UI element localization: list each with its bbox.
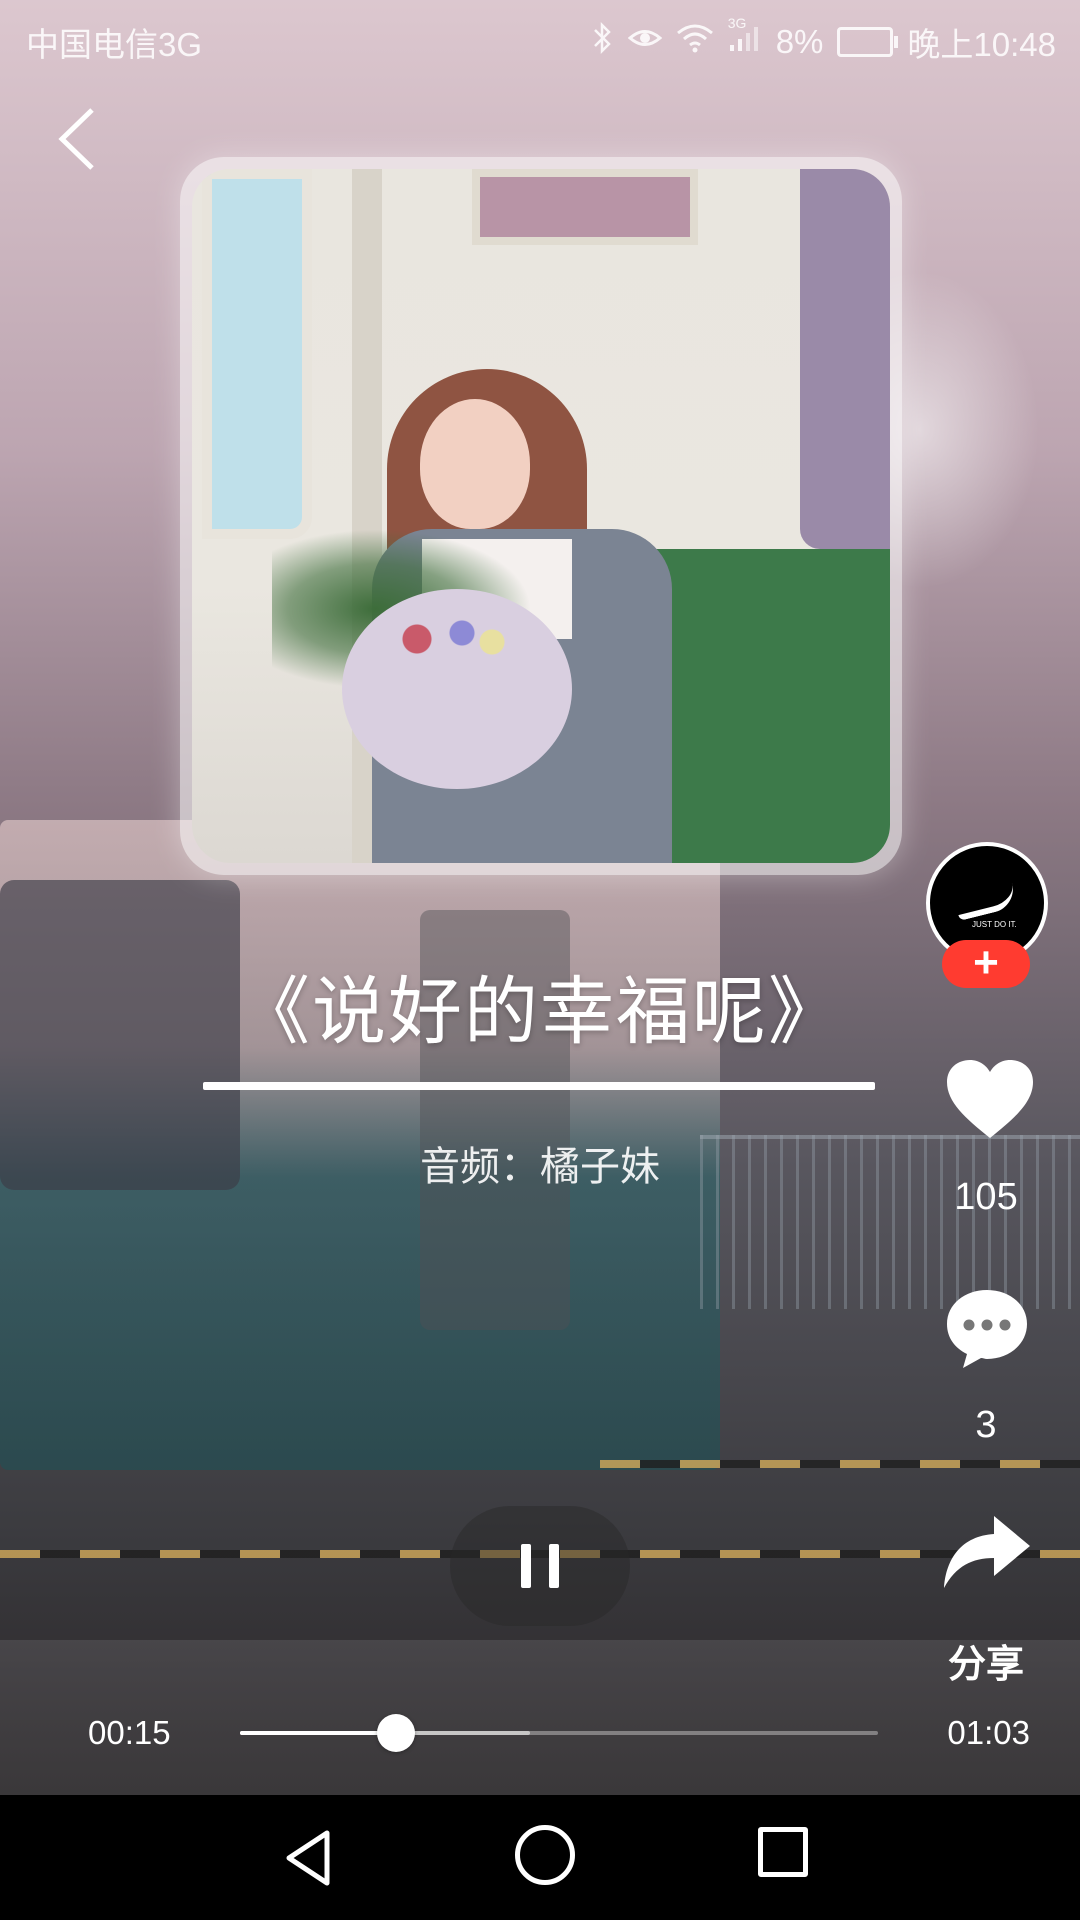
bluetooth-icon xyxy=(592,21,614,63)
status-icons: 3G 8% 晚上10:48 xyxy=(592,15,1056,66)
pause-icon-bar xyxy=(521,1544,531,1588)
album-art-window xyxy=(202,169,312,539)
album-art-flowers xyxy=(372,609,522,669)
clock: 晚上10:48 xyxy=(907,26,1056,63)
played-bar xyxy=(240,1731,397,1735)
nav-back-button[interactable] xyxy=(275,1823,345,1893)
pause-button[interactable] xyxy=(450,1506,630,1626)
eye-icon xyxy=(627,25,662,59)
audio-credit[interactable]: 音频：橘子妹 xyxy=(0,1134,1080,1192)
battery-icon xyxy=(837,27,899,57)
comment-count: 3 xyxy=(975,1404,997,1446)
follow-button[interactable]: + xyxy=(942,940,1030,988)
like-count: 105 xyxy=(954,1176,1018,1218)
comment-button[interactable] xyxy=(945,1286,1029,1370)
total-time: 01:03 xyxy=(947,1714,1030,1751)
triangle-back-icon xyxy=(286,1830,330,1886)
carrier-label: 中国电信3G xyxy=(26,26,203,63)
nav-home-button[interactable] xyxy=(515,1825,575,1885)
album-art-frame xyxy=(472,169,698,245)
signal-icon: 3G xyxy=(728,15,762,61)
album-cover-illustration xyxy=(192,169,890,863)
system-nav-bar xyxy=(0,1795,1080,1920)
share-button[interactable] xyxy=(940,1512,1032,1592)
wifi-icon xyxy=(676,23,714,61)
song-title: 《说好的幸福呢》 xyxy=(236,969,844,1055)
chevron-left-icon xyxy=(58,108,94,170)
current-time: 00:15 xyxy=(88,1714,171,1751)
progress-slider[interactable] xyxy=(240,1714,878,1752)
like-button[interactable] xyxy=(945,1058,1035,1142)
share-label: 分享 xyxy=(947,1644,1024,1686)
status-bar: 中国电信3G 3G 8% 晚上10:48 xyxy=(0,0,1080,74)
background-track-stripe xyxy=(600,1460,1080,1468)
album-cover xyxy=(180,157,902,875)
nike-logo-icon xyxy=(953,883,1019,921)
heart-icon xyxy=(947,1060,1033,1138)
album-art-face xyxy=(420,399,530,529)
pause-icon-bar xyxy=(549,1544,559,1588)
network-type-label: 3G xyxy=(727,15,747,31)
share-arrow-icon xyxy=(944,1516,1030,1588)
back-button[interactable] xyxy=(52,104,108,174)
album-art-sky xyxy=(800,169,890,549)
avatar-slogan: JUST DO IT. xyxy=(972,920,1017,929)
battery-percent: 8% xyxy=(775,23,824,60)
comment-icon xyxy=(947,1290,1027,1368)
nav-recents-button[interactable] xyxy=(758,1827,808,1877)
title-underline xyxy=(203,1082,875,1090)
